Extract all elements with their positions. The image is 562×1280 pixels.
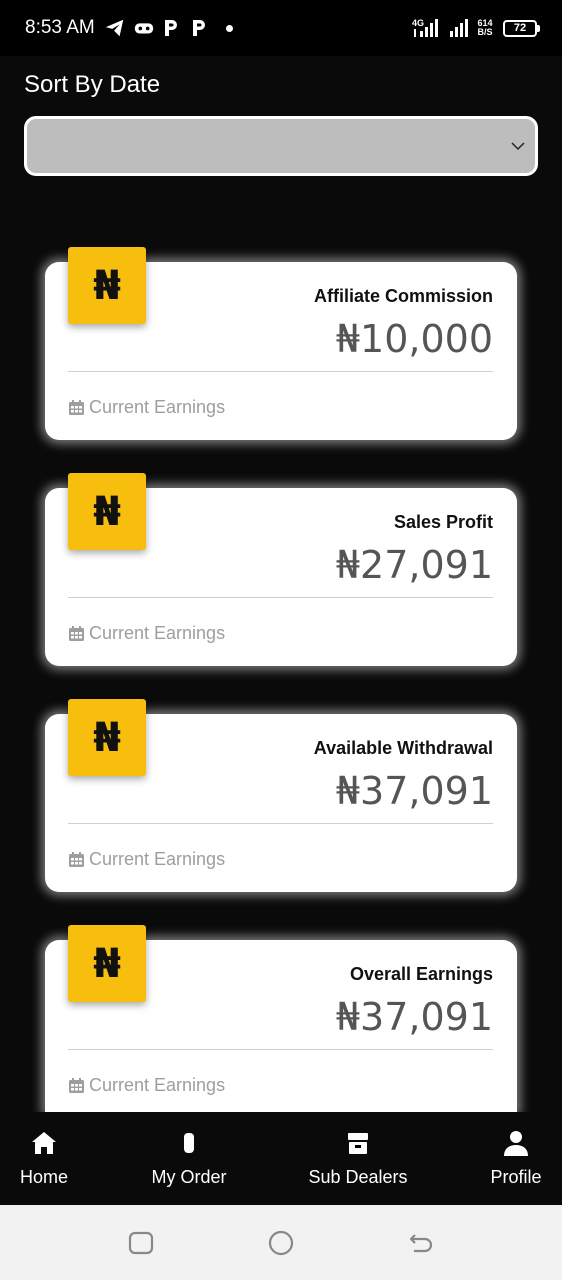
naira-icon: ₦ — [68, 247, 146, 324]
card-footer-label: Current Earnings — [89, 849, 226, 869]
nav-my-order[interactable]: My Order — [146, 1112, 232, 1205]
card-title: Available Withdrawal — [313, 738, 493, 758]
card-title: Sales Profit — [393, 512, 493, 532]
notification-dot-icon — [226, 25, 233, 32]
p-icon — [190, 17, 208, 39]
chevron-down-icon — [511, 142, 525, 151]
game-controller-icon — [133, 17, 155, 39]
battery-icon: 72 — [503, 20, 537, 37]
card-footer: Current Earnings — [68, 623, 225, 644]
nav-label: Home — [19, 1167, 68, 1187]
card-value: ₦37,091 — [335, 769, 493, 813]
divider — [68, 823, 493, 824]
card-footer: Current Earnings — [68, 849, 225, 870]
card-footer-label: Current Earnings — [89, 397, 226, 417]
divider — [68, 371, 493, 372]
naira-icon: ₦ — [68, 699, 146, 776]
naira-icon: ₦ — [68, 473, 146, 550]
card-title: Overall Earnings — [349, 964, 493, 984]
order-icon — [174, 1128, 204, 1158]
sort-date-dropdown[interactable] — [24, 116, 538, 176]
card-value: ₦37,091 — [335, 995, 493, 1039]
person-icon — [501, 1128, 531, 1158]
card-title: Affiliate Commission — [313, 286, 493, 306]
telegram-icon — [104, 17, 126, 39]
p-icon — [162, 17, 180, 39]
card-footer: Current Earnings — [68, 1075, 225, 1096]
card-value: ₦10,000 — [335, 317, 493, 361]
recent-apps-icon[interactable] — [128, 1230, 154, 1256]
card-footer-label: Current Earnings — [89, 1075, 226, 1095]
earning-card[interactable]: ₦ Available Withdrawal ₦37,091 Current E… — [45, 699, 517, 892]
nav-home[interactable]: Home — [14, 1112, 74, 1205]
calendar-icon — [69, 626, 84, 641]
earning-card[interactable]: ₦ Affiliate Commission ₦10,000 Current E… — [45, 247, 517, 440]
nav-sub-dealers[interactable]: Sub Dealers — [303, 1112, 413, 1205]
nav-label: Sub Dealers — [308, 1167, 408, 1187]
battery-nub — [537, 25, 540, 32]
calendar-icon — [69, 852, 84, 867]
calendar-icon — [69, 1078, 84, 1093]
bottom-navigation: Home My Order Sub Dealers Profile — [0, 1112, 562, 1205]
battery-level: 72 — [513, 22, 527, 34]
card-value: ₦27,091 — [335, 543, 493, 587]
naira-icon: ₦ — [68, 925, 146, 1002]
nav-label: My Order — [151, 1167, 227, 1187]
divider — [68, 597, 493, 598]
system-navigation-bar — [0, 1205, 562, 1280]
status-time: 8:53 AM — [25, 17, 95, 38]
nav-profile[interactable]: Profile — [486, 1112, 546, 1205]
divider — [68, 1049, 493, 1050]
back-icon[interactable] — [408, 1230, 434, 1256]
calendar-icon — [69, 400, 84, 415]
home-icon — [29, 1128, 59, 1158]
signal-icon: 4G — [412, 18, 468, 37]
network-type: 4G — [412, 18, 424, 28]
sort-label: Sort By Date — [24, 71, 161, 98]
home-circle-icon[interactable] — [268, 1230, 294, 1256]
card-footer-label: Current Earnings — [89, 623, 226, 643]
nav-label: Profile — [490, 1167, 542, 1187]
status-bar: 8:53 AM 4G 614 B/S 72 — [0, 0, 562, 56]
earning-card[interactable]: ₦ Sales Profit ₦27,091 Current Earnings — [45, 473, 517, 666]
card-footer: Current Earnings — [68, 397, 225, 418]
store-icon — [343, 1128, 373, 1158]
network-speed: 614 B/S — [477, 18, 493, 37]
earning-card[interactable]: ₦ Overall Earnings ₦37,091 Current Earni… — [45, 925, 517, 1112]
